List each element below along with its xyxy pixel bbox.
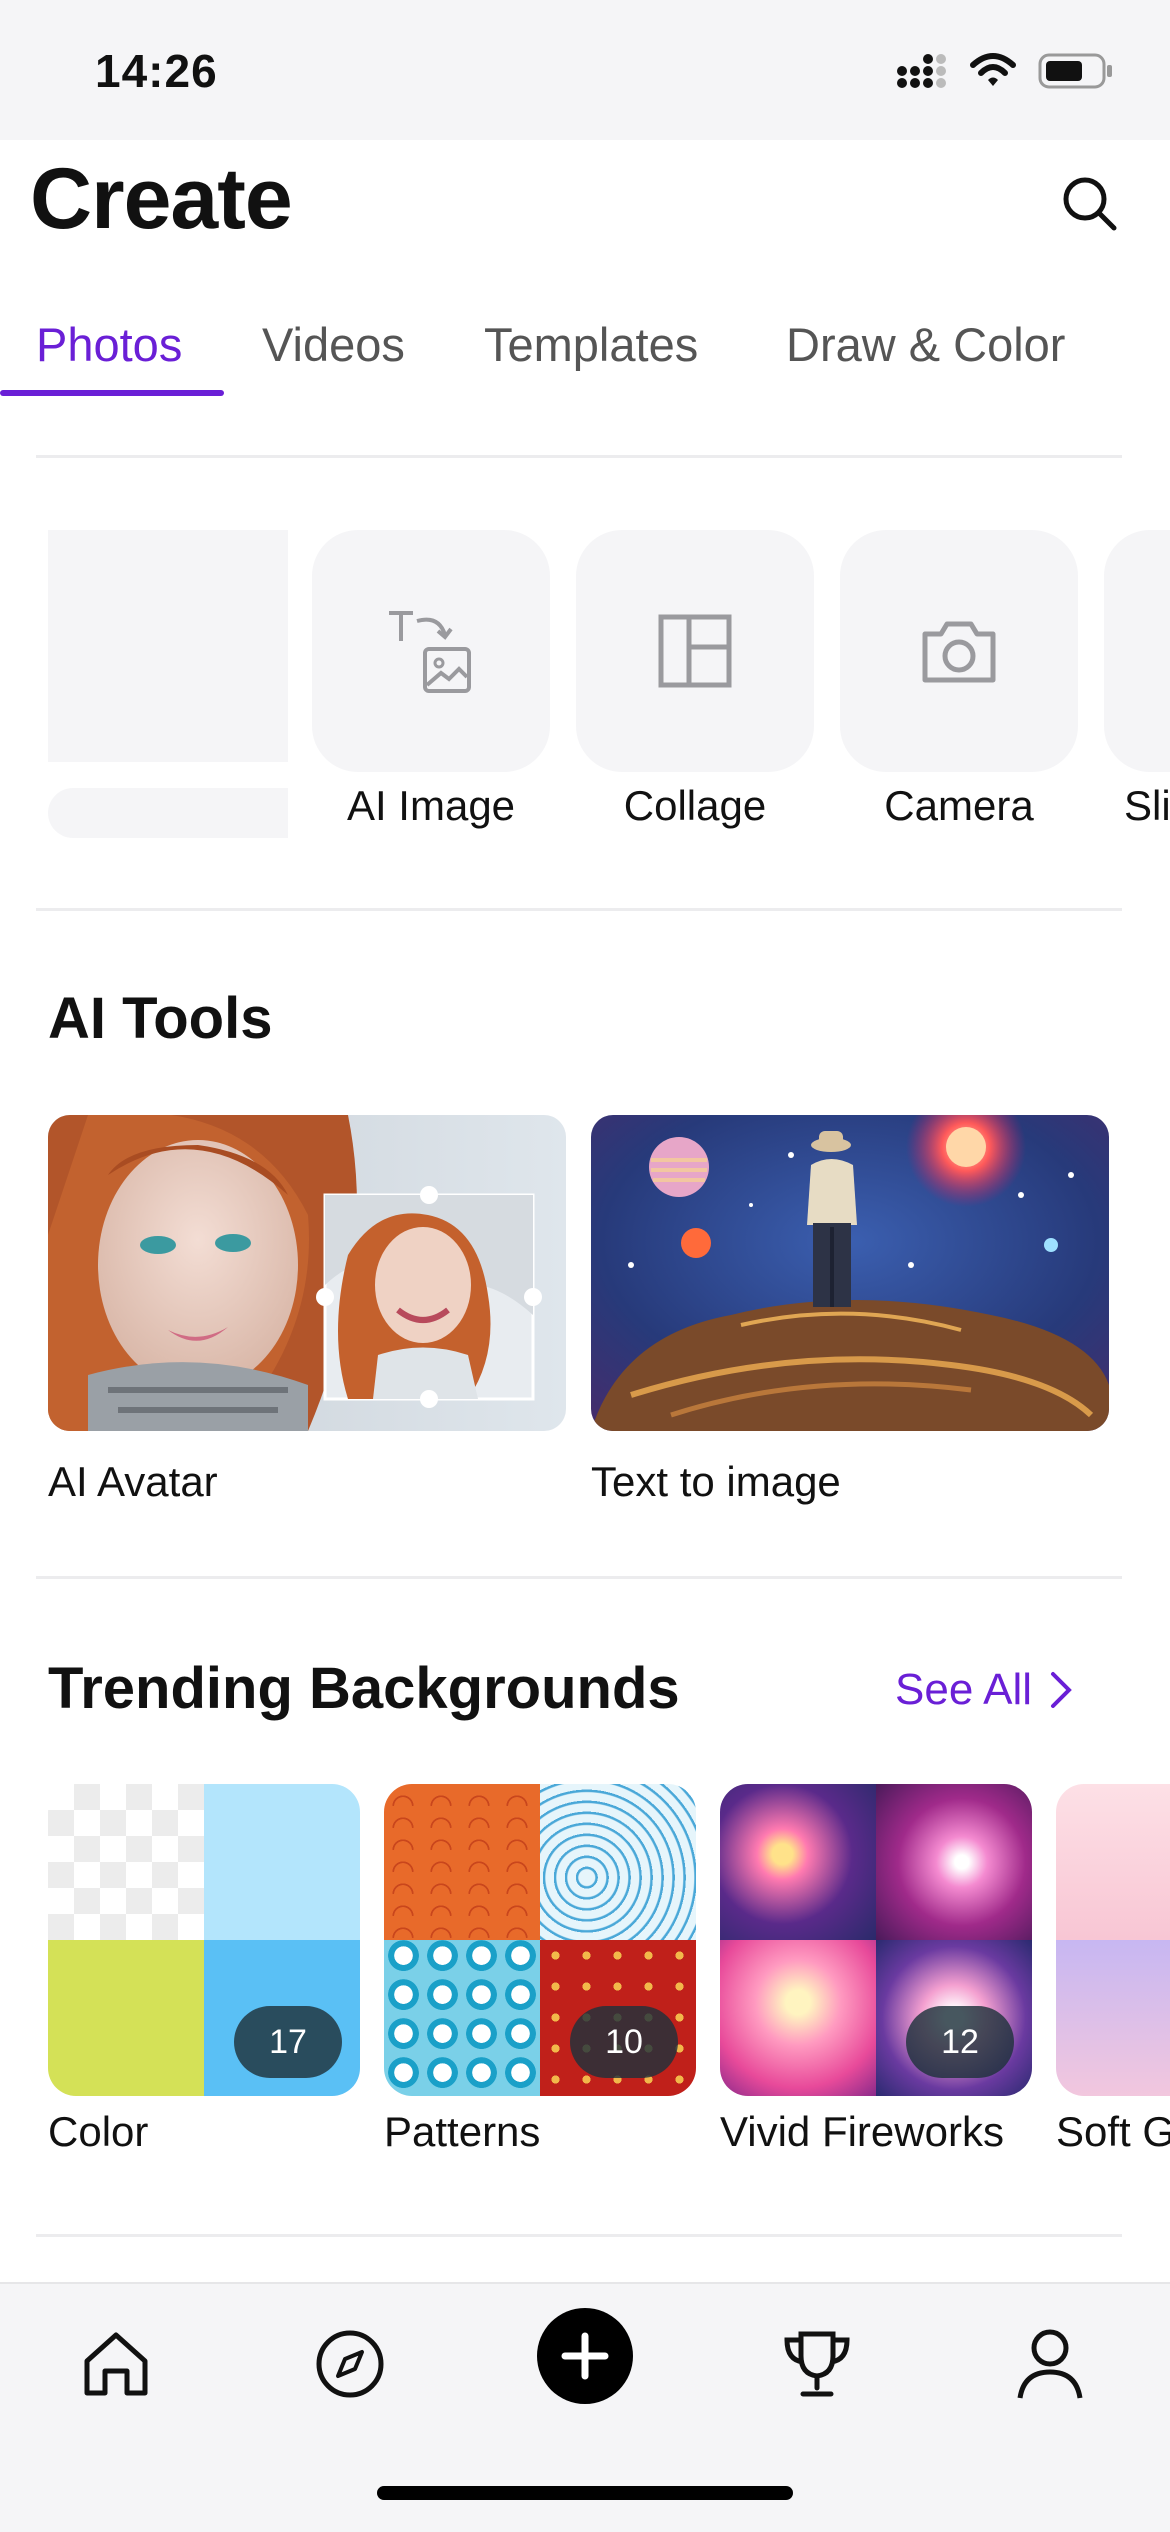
placeholder-tile xyxy=(48,530,288,762)
create-screen: 14:26 Create Photos Videos Templates Dra… xyxy=(0,0,1170,2532)
firework-swatch xyxy=(720,1784,876,1940)
ai-image-tile xyxy=(312,530,550,772)
background-card-soft[interactable] xyxy=(1056,1784,1170,2096)
collage-tool[interactable]: Collage xyxy=(576,530,814,830)
collage-label: Collage xyxy=(623,782,767,829)
camera-label: Camera xyxy=(884,782,1034,829)
slideshow-tile xyxy=(1104,530,1170,772)
tab-templates[interactable]: Templates xyxy=(484,315,698,395)
page-title: Create xyxy=(30,151,293,247)
nav-profile[interactable] xyxy=(1000,2314,1100,2414)
cellular-signal-icon xyxy=(897,54,946,88)
home-icon xyxy=(84,2332,148,2396)
wifi-icon xyxy=(970,53,1016,86)
chevron-right-icon xyxy=(1051,1672,1072,1708)
slideshow-tool[interactable]: Sli xyxy=(1104,530,1170,830)
divider xyxy=(36,2234,1122,2237)
soft-swatch xyxy=(1056,1940,1170,2096)
background-label: Soft G xyxy=(1056,2108,1170,2155)
placeholder-label xyxy=(48,788,288,838)
battery-icon xyxy=(1038,53,1112,89)
slideshow-label: Sli xyxy=(1124,782,1170,829)
status-icons xyxy=(896,52,1114,90)
text-to-image-icon xyxy=(389,611,471,693)
item-count-badge: 12 xyxy=(906,2006,1014,2078)
light-blue-swatch xyxy=(204,1784,360,1940)
text-to-image-label: Text to image xyxy=(591,1458,841,1505)
ai-avatar-image xyxy=(48,1115,566,1431)
divider xyxy=(36,908,1122,911)
text-to-image-card[interactable] xyxy=(591,1115,1109,1431)
firework-swatch xyxy=(876,1784,1032,1940)
scale-pattern-swatch xyxy=(384,1940,540,2096)
loading-placeholder xyxy=(48,530,288,838)
ai-avatar-card[interactable] xyxy=(48,1115,566,1431)
background-label: Patterns xyxy=(384,2108,541,2155)
lime-swatch xyxy=(48,1940,204,2096)
user-icon xyxy=(1017,2329,1083,2399)
divider xyxy=(36,1576,1122,1579)
search-button[interactable] xyxy=(1058,172,1122,236)
soft-swatch xyxy=(1056,1784,1170,1940)
collage-icon xyxy=(658,614,732,688)
collage-tile xyxy=(576,530,814,772)
wave-pattern-swatch xyxy=(384,1784,540,1940)
see-all-link[interactable]: See All xyxy=(895,1665,1072,1715)
tab-draw-color[interactable]: Draw & Color xyxy=(786,315,1065,395)
quick-tools-row: AI Image Collage Camera Sli xyxy=(48,530,1170,850)
item-count-badge: 17 xyxy=(234,2006,342,2078)
ai-image-label: AI Image xyxy=(346,782,516,829)
background-label: Vivid Fireworks xyxy=(720,2108,1004,2155)
camera-tool[interactable]: Camera xyxy=(840,530,1078,830)
search-icon xyxy=(1063,177,1117,231)
cloud-pattern-swatch xyxy=(540,1784,696,1940)
tab-videos[interactable]: Videos xyxy=(262,315,405,395)
status-time: 14:26 xyxy=(95,45,218,97)
item-count-badge: 10 xyxy=(570,2006,678,2078)
plus-icon xyxy=(561,2332,609,2380)
transparent-swatch xyxy=(48,1784,204,1940)
ai-avatar-label: AI Avatar xyxy=(48,1458,218,1505)
home-indicator xyxy=(377,2486,793,2500)
camera-tile xyxy=(840,530,1078,772)
ai-image-tool[interactable]: AI Image xyxy=(312,530,550,830)
divider xyxy=(36,455,1122,458)
tab-photos[interactable]: Photos xyxy=(36,315,182,395)
trophy-icon xyxy=(784,2331,850,2397)
nav-discover[interactable] xyxy=(300,2314,400,2414)
create-plus-button[interactable] xyxy=(537,2308,633,2404)
compass-icon xyxy=(316,2330,384,2398)
firework-swatch xyxy=(720,1940,876,2096)
see-all-label: See All xyxy=(895,1665,1032,1714)
background-card-patterns[interactable]: 10 xyxy=(384,1784,696,2096)
nav-home[interactable] xyxy=(66,2314,166,2414)
active-tab-indicator xyxy=(0,390,224,396)
background-label: Color xyxy=(48,2108,149,2155)
trending-backgrounds-title: Trending Backgrounds xyxy=(48,1656,680,1721)
header: Create Photos Videos Templates Draw & Co… xyxy=(0,140,1170,400)
background-card-color[interactable]: 17 xyxy=(48,1784,360,2096)
text-to-image-artwork xyxy=(591,1115,1109,1431)
camera-icon xyxy=(922,621,996,683)
ai-tools-title: AI Tools xyxy=(48,986,273,1051)
nav-challenges[interactable] xyxy=(767,2314,867,2414)
tab-bar: Photos Videos Templates Draw & Color xyxy=(0,315,1170,395)
status-bar: 14:26 xyxy=(0,0,1170,140)
background-card-vivid-fireworks[interactable]: 12 xyxy=(720,1784,1032,2096)
